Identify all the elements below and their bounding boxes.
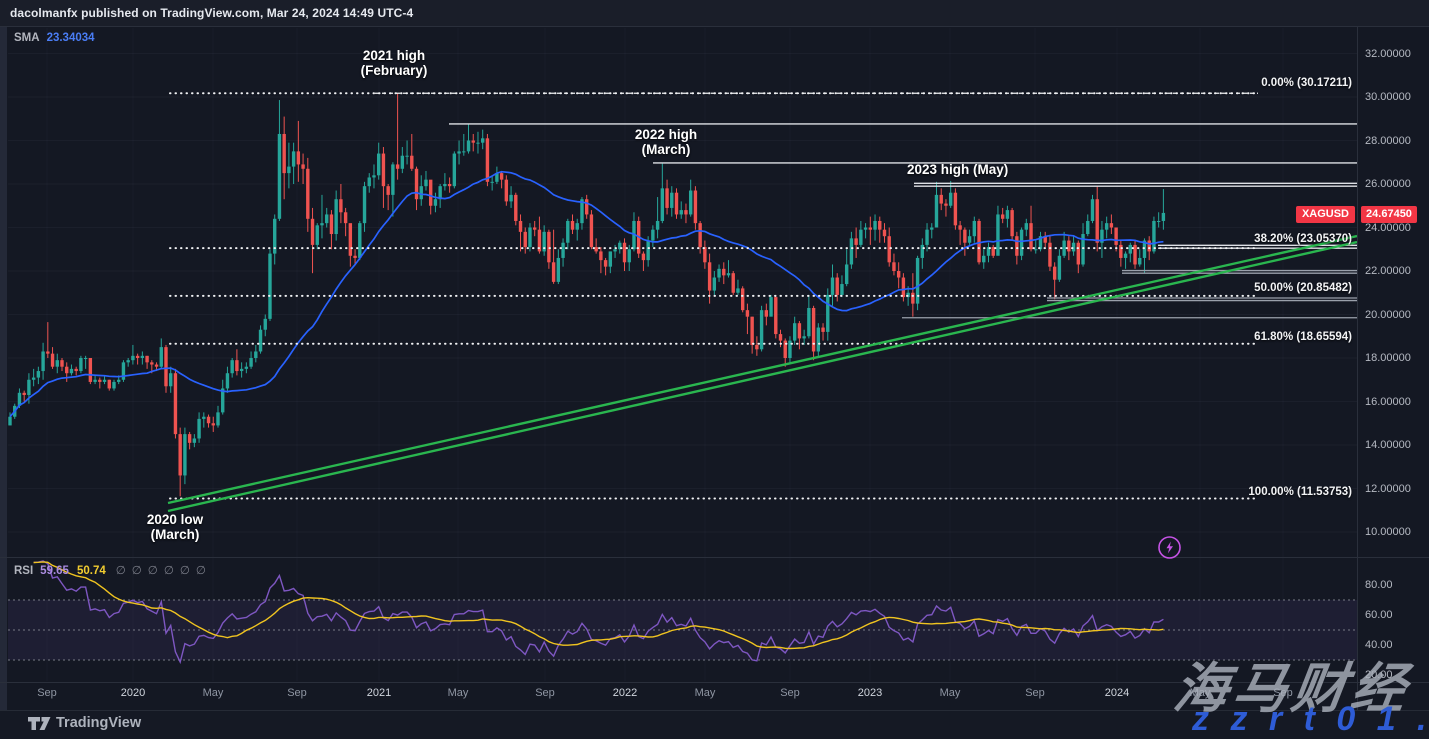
annotation-2021-high[interactable]: 2021 high (February) bbox=[338, 49, 450, 78]
time-tick-label: May bbox=[922, 687, 978, 699]
time-tick-label: May bbox=[430, 687, 486, 699]
symbol-price-label: XAGUSD bbox=[1296, 206, 1355, 223]
tradingview-logo-text[interactable]: TradingView bbox=[56, 715, 141, 731]
price-tick-label: 28.00000 bbox=[1365, 135, 1411, 147]
rsi-hidden-inputs: ∅ ∅ ∅ ∅ ∅ ∅ bbox=[116, 565, 212, 577]
left-border-strip bbox=[0, 27, 7, 739]
time-tick-label: Sep bbox=[762, 687, 818, 699]
price-tick-label: 30.00000 bbox=[1365, 91, 1411, 103]
candlestick-chart-canvas[interactable] bbox=[0, 0, 1429, 739]
url-watermark: z z r t 0 1 . c n bbox=[1192, 700, 1429, 739]
time-tick-label: 2021 bbox=[351, 687, 407, 699]
fib-level-label[interactable]: 100.00% (11.53753) bbox=[1248, 486, 1352, 498]
sma-legend-title: SMA bbox=[14, 32, 40, 44]
rsi-input-empty-icon: ∅ bbox=[132, 563, 142, 577]
rsi-tick-label: 80.00 bbox=[1365, 579, 1393, 591]
rsi-input-empty-icon: ∅ bbox=[164, 563, 174, 577]
published-chart-page: dacolmanfx published on TradingView.com,… bbox=[0, 0, 1429, 739]
time-tick-label: Sep bbox=[1007, 687, 1063, 699]
annotation-text: 2021 high bbox=[363, 48, 425, 63]
publish-info-text: dacolmanfx published on TradingView.com,… bbox=[10, 6, 413, 20]
annotation-text: (February) bbox=[361, 63, 428, 78]
price-tick-label: 14.00000 bbox=[1365, 439, 1411, 451]
time-tick-label: Sep bbox=[19, 687, 75, 699]
sma-legend[interactable]: SMA 23.34034 bbox=[14, 32, 95, 44]
time-tick-label: May bbox=[185, 687, 241, 699]
price-tick-label: 20.00000 bbox=[1365, 309, 1411, 321]
annotation-text: (March) bbox=[151, 527, 200, 542]
rsi-legend-value: 59.65 bbox=[40, 565, 69, 577]
fib-level-label[interactable]: 0.00% (30.17211) bbox=[1261, 77, 1352, 89]
tradingview-logo-icon[interactable] bbox=[27, 716, 52, 731]
sma-legend-value: 23.34034 bbox=[47, 32, 95, 44]
rsi-ma-legend-value: 50.74 bbox=[77, 565, 106, 577]
annotation-2022-high[interactable]: 2022 high (March) bbox=[610, 128, 722, 157]
fib-level-label[interactable]: 50.00% (20.85482) bbox=[1254, 282, 1352, 294]
rsi-legend[interactable]: RSI 59.65 50.74 ∅ ∅ ∅ ∅ ∅ ∅ bbox=[14, 563, 212, 577]
rsi-legend-title: RSI bbox=[14, 565, 33, 577]
rsi-tick-label: 60.00 bbox=[1365, 609, 1393, 621]
pane-separator[interactable] bbox=[0, 557, 1429, 558]
price-tick-label: 10.00000 bbox=[1365, 526, 1411, 538]
price-tick-label: 16.00000 bbox=[1365, 396, 1411, 408]
time-tick-label: Sep bbox=[269, 687, 325, 699]
fib-level-label[interactable]: 38.20% (23.05370) bbox=[1254, 233, 1352, 245]
annotation-2020-low[interactable]: 2020 low (March) bbox=[119, 513, 231, 542]
rsi-input-empty-icon: ∅ bbox=[196, 563, 206, 577]
price-tick-label: 24.00000 bbox=[1365, 222, 1411, 234]
fib-level-label[interactable]: 61.80% (18.65594) bbox=[1254, 331, 1352, 343]
rsi-input-empty-icon: ∅ bbox=[180, 563, 190, 577]
price-tick-label: 12.00000 bbox=[1365, 483, 1411, 495]
symbol-label-text: XAGUSD bbox=[1302, 208, 1349, 220]
time-tick-label: 2020 bbox=[105, 687, 161, 699]
last-price-axis-label: 24.67450 bbox=[1361, 206, 1417, 223]
annotation-text: 2023 high (May) bbox=[907, 162, 1008, 177]
time-tick-label: 2024 bbox=[1089, 687, 1145, 699]
price-tick-label: 22.00000 bbox=[1365, 265, 1411, 277]
lightning-boost-icon[interactable] bbox=[1156, 534, 1183, 561]
time-tick-label: 2022 bbox=[597, 687, 653, 699]
annotation-2023-high[interactable]: 2023 high (May) bbox=[907, 163, 1008, 178]
rsi-input-empty-icon: ∅ bbox=[116, 563, 126, 577]
price-tick-label: 26.00000 bbox=[1365, 178, 1411, 190]
price-tick-label: 18.00000 bbox=[1365, 352, 1411, 364]
time-tick-label: 2023 bbox=[842, 687, 898, 699]
time-tick-label: Sep bbox=[517, 687, 573, 699]
last-price-text: 24.67450 bbox=[1366, 208, 1412, 220]
annotation-text: (March) bbox=[642, 142, 691, 157]
rsi-input-empty-icon: ∅ bbox=[148, 563, 158, 577]
price-axis-border bbox=[1357, 27, 1358, 710]
price-tick-label: 32.00000 bbox=[1365, 48, 1411, 60]
annotation-text: 2020 low bbox=[147, 512, 203, 527]
time-tick-label: May bbox=[677, 687, 733, 699]
publish-header: dacolmanfx published on TradingView.com,… bbox=[0, 0, 1429, 27]
annotation-text: 2022 high bbox=[635, 127, 697, 142]
